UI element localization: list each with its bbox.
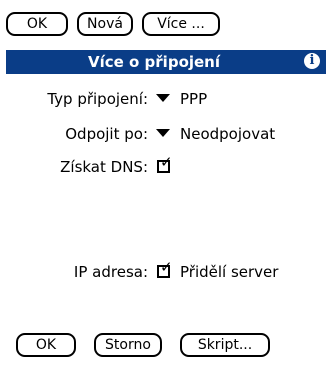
- dns-label: Získat DNS:: [60, 158, 148, 176]
- more-button[interactable]: Více ...: [142, 12, 220, 36]
- connection-type-trigger[interactable]: PPP: [156, 88, 207, 110]
- ip-assign-text: Přidělí server: [180, 263, 279, 281]
- new-button[interactable]: Nová: [77, 12, 133, 36]
- script-button[interactable]: Skript...: [180, 333, 270, 357]
- ip-checkbox[interactable]: ✓: [157, 260, 173, 278]
- dns-row: Získat DNS: ✓: [0, 155, 326, 178]
- ok-button-top[interactable]: OK: [6, 12, 68, 36]
- form-title-bar: Více o připojení i: [6, 50, 326, 74]
- connection-type-value: PPP: [180, 90, 208, 108]
- dropdown-arrow-icon: [156, 93, 170, 102]
- disconnect-label: Odpojit po:: [65, 125, 148, 143]
- ip-row: IP adresa: ✓ Přidělí server: [0, 260, 326, 283]
- ok-button[interactable]: OK: [16, 333, 76, 357]
- disconnect-trigger[interactable]: Neodpojovat: [156, 123, 275, 145]
- form-title: Více o připojení: [87, 53, 221, 71]
- info-icon[interactable]: i: [304, 53, 320, 69]
- connection-type-row: Typ připojení: PPP: [0, 88, 326, 110]
- connection-type-label: Typ připojení:: [47, 90, 148, 108]
- checkmark-icon: ✓: [160, 258, 173, 276]
- dropdown-arrow-icon: [156, 128, 170, 137]
- checkmark-icon: ✓: [160, 153, 173, 171]
- cancel-button[interactable]: Storno: [94, 333, 162, 357]
- dns-checkbox[interactable]: ✓: [157, 155, 173, 173]
- disconnect-value: Neodpojovat: [180, 125, 276, 143]
- disconnect-row: Odpojit po: Neodpojovat: [0, 123, 326, 145]
- ip-label: IP adresa:: [73, 263, 148, 281]
